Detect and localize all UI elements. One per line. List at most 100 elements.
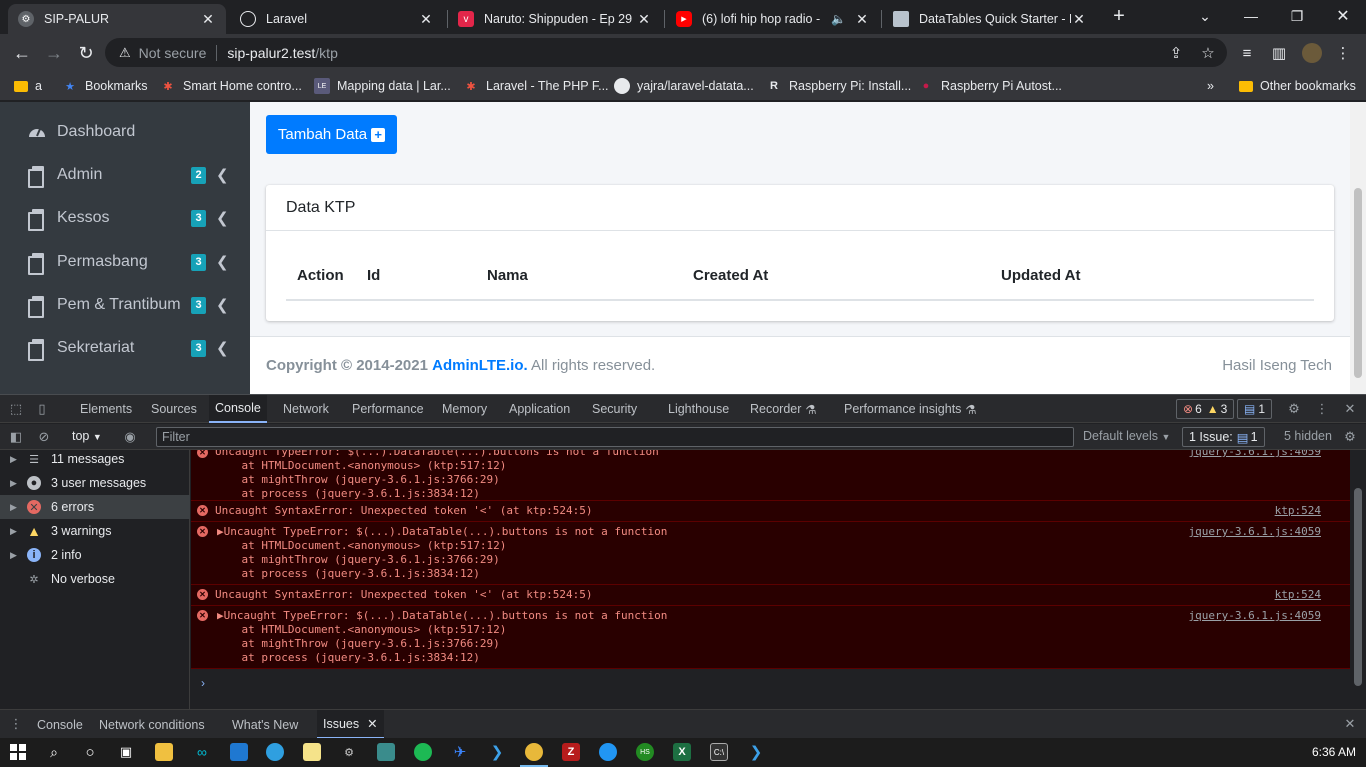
bookmark-item[interactable]: ● Raspberry Pi Autost... xyxy=(918,76,1062,96)
edge-icon[interactable] xyxy=(266,743,284,761)
back-button[interactable]: ← xyxy=(9,40,35,66)
scrollbar-thumb[interactable] xyxy=(1354,488,1362,686)
sidebar-item-admin[interactable]: Admin 2 ❮ xyxy=(0,155,250,195)
warning-icon[interactable]: ⚠ xyxy=(119,45,131,61)
tab-performance-insights[interactable]: Performance insights ⚗ xyxy=(838,395,983,423)
sidebar-item-dashboard[interactable]: Dashboard xyxy=(0,112,250,152)
more-options-icon[interactable]: ⋮ xyxy=(1314,401,1330,417)
browser-tab[interactable]: ⚙ SIP-PALUR ✕ xyxy=(8,4,226,34)
console-settings-icon[interactable]: ⚙ xyxy=(1342,429,1358,445)
inspect-icon[interactable]: ⬚ xyxy=(8,401,24,417)
tab-performance[interactable]: Performance xyxy=(346,395,430,423)
tab-recorder[interactable]: Recorder ⚗ xyxy=(744,395,823,423)
column-header-action[interactable]: Action xyxy=(297,267,344,284)
cmd-icon[interactable]: C:\ xyxy=(710,743,728,761)
bookmark-item[interactable]: ★ Bookmarks xyxy=(62,76,147,96)
browser-tab[interactable]: Laravel ✕ xyxy=(230,4,444,34)
close-window-button[interactable]: ✕ xyxy=(1320,0,1366,32)
tab-sources[interactable]: Sources xyxy=(145,395,203,423)
tab-network[interactable]: Network xyxy=(277,395,335,423)
drawer-tab-issues[interactable]: Issues ✕ xyxy=(317,710,384,739)
console-scrollbar[interactable] xyxy=(1350,450,1366,709)
node-icon[interactable]: HS xyxy=(636,743,654,761)
filezilla-icon[interactable]: Z xyxy=(562,743,580,761)
tab-application[interactable]: Application xyxy=(503,395,576,423)
browser-tab[interactable]: DataTables Quick Starter - La ✕ xyxy=(883,4,1097,34)
bookmark-item[interactable]: R Raspberry Pi: Install... xyxy=(766,76,911,96)
bookmark-item[interactable]: ✱ Smart Home contro... xyxy=(160,76,301,96)
sidebar-toggle-icon[interactable]: ◧ xyxy=(8,429,24,445)
browser-tab[interactable]: v Naruto: Shippuden - Ep 29 - ✕ xyxy=(448,4,662,34)
reload-button[interactable]: ↻ xyxy=(73,40,99,66)
eye-icon[interactable]: ◉ xyxy=(122,429,138,445)
error-line[interactable]: ▶Uncaught TypeError: $(...).DataTable(..… xyxy=(217,525,667,538)
bookmark-item[interactable]: ✱ Laravel - The PHP F... xyxy=(463,76,608,96)
spotify-icon[interactable] xyxy=(414,743,432,761)
bookmark-item[interactable]: yajra/laravel-datata... xyxy=(614,76,754,96)
url-path[interactable]: /ktp xyxy=(315,45,338,61)
issue-counter[interactable]: ▤ 1 xyxy=(1237,399,1273,419)
task-view-icon[interactable]: ▣ xyxy=(117,743,135,761)
tab-elements[interactable]: Elements xyxy=(74,395,138,423)
error-line[interactable]: ▶Uncaught TypeError: $(...).DataTable(..… xyxy=(217,609,667,622)
close-tab-icon[interactable]: ✕ xyxy=(200,11,216,28)
console-error-message[interactable]: ✕ Uncaught SyntaxError: Unexpected token… xyxy=(191,585,1350,606)
source-link[interactable]: ktp:524 xyxy=(1275,504,1321,517)
windows-start-icon[interactable] xyxy=(9,743,27,761)
console-error-message[interactable]: ✕ ▶Uncaught TypeError: $(...).DataTable(… xyxy=(191,522,1350,585)
drawer-tab-network-conditions[interactable]: Network conditions xyxy=(93,710,211,739)
side-panel-icon[interactable]: ▥ xyxy=(1266,40,1292,66)
restore-button[interactable]: ❐ xyxy=(1274,0,1320,32)
sidebar-errors[interactable]: ▶ ✕ 6 errors xyxy=(0,495,190,519)
menu-icon[interactable]: ⋮ xyxy=(1330,40,1356,66)
app-icon[interactable]: ✈ xyxy=(451,743,469,761)
share-icon[interactable]: ⇪ xyxy=(1163,40,1189,66)
console-error-message[interactable]: ✕ ▶Uncaught TypeError: $(...).DataTable(… xyxy=(191,606,1350,669)
vscode-icon[interactable]: ❯ xyxy=(488,743,506,761)
sidebar-warnings[interactable]: ▶ ▲ 3 warnings xyxy=(0,519,190,543)
close-tab-icon[interactable]: ✕ xyxy=(636,11,652,28)
new-tab-button[interactable]: + xyxy=(1096,0,1142,32)
avatar[interactable] xyxy=(1299,40,1325,66)
sidebar-verbose[interactable]: ✲ No verbose xyxy=(0,567,190,591)
add-data-button[interactable]: Tambah Data + xyxy=(266,115,397,154)
close-drawer-icon[interactable]: ✕ xyxy=(1342,716,1358,732)
terminal-icon[interactable]: ⚙ xyxy=(340,743,358,761)
column-header-updated-at[interactable]: Updated At xyxy=(1001,267,1080,284)
log-levels-dropdown[interactable]: Default levels ▼ xyxy=(1083,429,1170,443)
media-icon[interactable]: ≡ xyxy=(1234,40,1260,66)
console-error-message[interactable]: ✕ Uncaught TypeError: $(...).DataTable(.… xyxy=(191,450,1350,501)
sidebar-item-pem-trantibum[interactable]: Pem & Trantibum 3 ❮ xyxy=(0,285,250,325)
clear-console-icon[interactable]: ⊘ xyxy=(36,429,52,445)
sidebar-info[interactable]: ▶ i 2 info xyxy=(0,543,190,567)
source-link[interactable]: jquery-3.6.1.js:4059 xyxy=(1189,525,1321,538)
sidebar-messages[interactable]: ▶ ☰ 11 messages xyxy=(0,447,190,471)
column-header-created-at[interactable]: Created At xyxy=(693,267,768,284)
tab-search-icon[interactable]: ⌄ xyxy=(1182,0,1228,32)
arduino-icon[interactable]: ∞ xyxy=(193,743,211,761)
app-icon[interactable] xyxy=(599,743,617,761)
more-bookmarks-icon[interactable]: » xyxy=(1207,76,1214,96)
excel-icon[interactable]: X xyxy=(673,743,691,761)
app-icon[interactable] xyxy=(377,743,395,761)
column-header-nama[interactable]: Nama xyxy=(487,267,528,284)
tab-lighthouse[interactable]: Lighthouse xyxy=(662,395,735,423)
other-bookmarks[interactable]: Other bookmarks xyxy=(1239,76,1356,96)
close-tab-icon[interactable]: ✕ xyxy=(854,11,870,28)
console-filter-input[interactable]: Filter xyxy=(156,427,1074,447)
mail-icon[interactable] xyxy=(230,743,248,761)
close-tab-icon[interactable]: ✕ xyxy=(418,11,434,28)
source-link[interactable]: jquery-3.6.1.js:4059 xyxy=(1189,450,1321,458)
close-devtools-icon[interactable]: ✕ xyxy=(1342,401,1358,417)
browser-tab[interactable]: ▶ (6) lofi hip hop radio - be 🔈 ✕ xyxy=(666,4,880,34)
console-prompt[interactable]: › xyxy=(201,676,205,690)
error-warning-counter[interactable]: ⊗ 6 ▲ 3 xyxy=(1176,399,1235,419)
url-host[interactable]: sip-palur2.test xyxy=(227,45,315,61)
brand-link[interactable]: AdminLTE.io. xyxy=(432,357,528,374)
drawer-tab-console[interactable]: Console xyxy=(31,710,89,739)
search-icon[interactable]: ⌕ xyxy=(45,743,63,761)
device-toolbar-icon[interactable]: ▯ xyxy=(34,401,50,417)
settings-gear-icon[interactable]: ⚙ xyxy=(1286,401,1302,417)
issues-button[interactable]: 1 Issue: ▤ 1 xyxy=(1182,427,1265,447)
column-header-id[interactable]: Id xyxy=(367,267,380,284)
